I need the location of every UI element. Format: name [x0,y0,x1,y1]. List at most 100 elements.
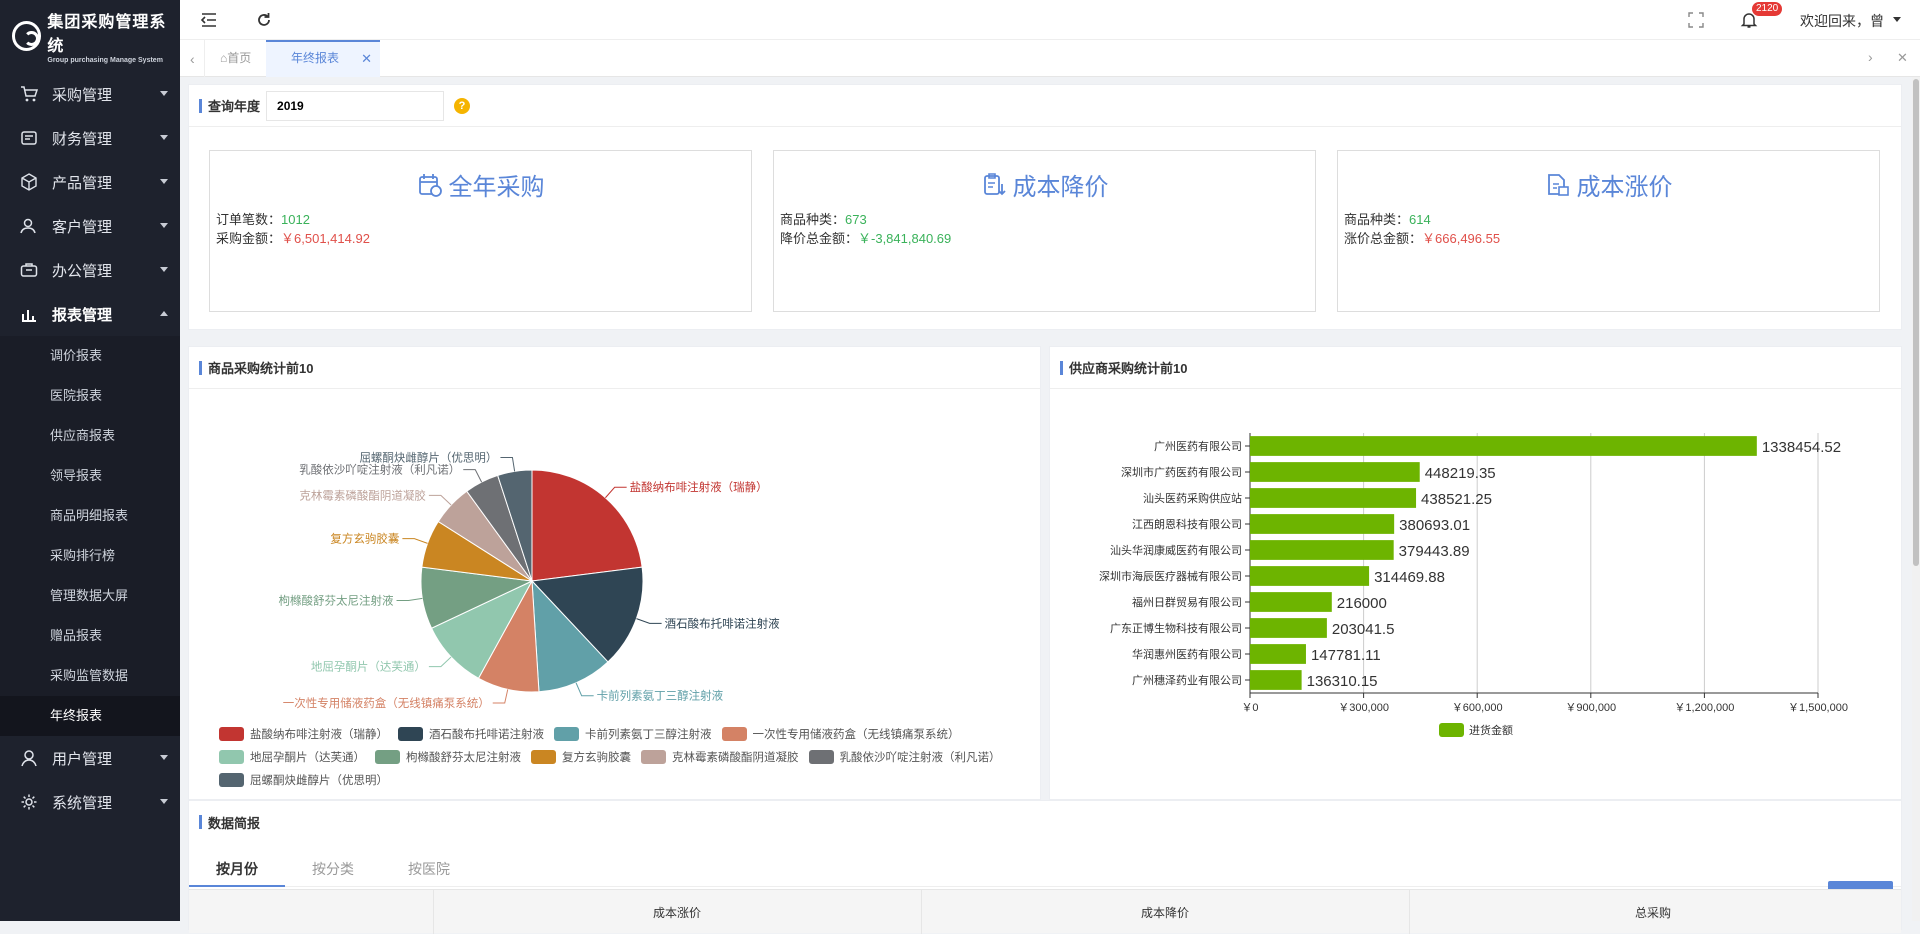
bar[interactable] [1250,644,1306,664]
caret-icon [160,799,168,804]
legend-item[interactable]: 克林霉素磷酸酯阴道凝胶 [641,745,799,768]
panel-title: 商品采购统计前10 [208,361,314,376]
pie-slice[interactable] [531,469,643,582]
legend-swatch [375,749,400,764]
sidebar-subitem[interactable]: 供应商报表 [0,416,180,456]
tab-year-report[interactable]: 年终报表 ✕ [266,40,380,77]
gear-icon [21,794,37,810]
legend-swatch[interactable] [1439,723,1464,737]
tab-scroll-left-icon[interactable]: ‹ [190,51,195,67]
pie-label-line [463,469,483,483]
help-icon[interactable]: ? [454,97,471,114]
bar[interactable] [1250,462,1420,482]
card-increase: 成本涨价 商品种类：614 涨价总金额：￥666,496.55 [1337,150,1880,312]
page-scrollbar[interactable] [1912,77,1920,921]
caret-icon [160,223,168,228]
sidebar-subitem[interactable]: 采购监管数据 [0,656,180,696]
sidebar-item[interactable]: 采购管理 [0,72,180,116]
query-year-input[interactable] [266,90,445,121]
legend-swatch [531,749,556,764]
panel-title: 数据简报 [208,815,261,831]
tab-by-category[interactable]: 按分类 [285,851,381,887]
welcome-user[interactable]: 欢迎回来，曾 [1800,11,1884,31]
sidebar-item-label: 客户管理 [52,218,113,236]
legend-swatch [219,772,244,787]
sidebar-item[interactable]: 系统管理 [0,780,180,824]
bar[interactable] [1250,488,1417,508]
card-decrease: 成本降价 商品种类：673 降价总金额：￥-3,841,840.69 [773,150,1316,312]
cart-icon [21,86,38,102]
legend-label: 盐酸纳布啡注射液（瑞静） [250,728,388,741]
tab-by-month[interactable]: 按月份 [189,851,285,887]
sidebar-item[interactable]: 报表管理 [0,292,180,336]
legend-item[interactable]: 乳酸依沙吖啶注射液（利凡诺） [808,745,1001,768]
bar[interactable] [1250,592,1332,612]
sidebar-subitem[interactable]: 年终报表 [0,696,180,736]
y-tick-label: 汕头医药采购供应站 [1143,491,1242,505]
fullscreen-icon[interactable] [1687,11,1705,29]
decrease-kinds: 673 [845,212,867,227]
sidebar-subitem[interactable]: 管理数据大屏 [0,576,180,616]
app-title: 集团采购管理系统 [47,14,167,55]
sidebar-subitem[interactable]: 领导报表 [0,456,180,496]
sidebar-item-label: 系统管理 [52,794,113,812]
legend-item[interactable]: 地屈孕酮片（达芙通） [219,745,365,768]
legend-label: 乳酸依沙吖啶注射液（利凡诺） [839,751,1001,764]
tab-close-icon[interactable]: ✕ [361,42,372,75]
pie-label: 酒石酸布托啡诺注射液 [665,616,780,630]
user-dropdown-icon[interactable] [1893,17,1901,22]
legend-item[interactable]: 卡前列素氨丁三醇注射液 [554,722,712,745]
pie-label-line [428,656,452,668]
topbar: 2120 欢迎回来，曾 [180,0,1920,40]
y-tick-label: 汕头华润康威医药有限公司 [1110,543,1242,557]
close-all-icon[interactable]: ✕ [1897,50,1908,66]
sidebar-subitem[interactable]: 采购排行榜 [0,536,180,576]
legend-item[interactable]: 盐酸纳布啡注射液（瑞静） [219,722,388,745]
pie-label-line [636,618,662,624]
pie-label: 屈螺酮炔雌醇片（优思明） [359,451,497,465]
pie-label-line [396,597,423,602]
legend-swatch [219,749,244,764]
legend-item[interactable]: 复方玄驹胶囊 [531,745,631,768]
y-tick-label: 广东正博生物科技有限公司 [1110,621,1242,635]
sidebar: 集团采购管理系统 Group purchasing Manage System … [0,0,180,921]
sidebar-item[interactable]: 用户管理 [0,736,180,780]
bar[interactable] [1250,566,1370,586]
bar[interactable] [1250,540,1394,560]
menu-fold-icon[interactable] [200,11,218,29]
tab-scroll-right-icon[interactable]: › [1868,49,1873,65]
sidebar-subitem[interactable]: 医院报表 [0,376,180,416]
pie-label: 地屈孕酮片（达芙通） [311,660,426,674]
legend-item[interactable]: 一次性专用储液药盒（无线镇痛泵系统） [721,722,960,745]
sidebar-item-label: 产品管理 [52,174,113,192]
clipboard-down-icon [983,172,1006,195]
refresh-icon[interactable] [255,11,273,29]
legend-label[interactable]: 进货金额 [1469,723,1513,737]
bar[interactable] [1250,514,1395,534]
y-tick-label: 广州穗泽药业有限公司 [1132,673,1242,687]
pie-label: 卡前列素氨丁三醇注射液 [597,689,724,703]
tab-bar: ‹ ⌂首页 年终报表 ✕ › ✕ [180,40,1920,77]
sidebar-subitem[interactable]: 调价报表 [0,336,180,376]
bar[interactable] [1250,670,1302,690]
tab-home[interactable]: ⌂首页 [220,40,251,77]
briefcase-icon [20,263,38,277]
increase-amount: ￥666,496.55 [1422,231,1501,246]
sidebar-item[interactable]: 客户管理 [0,204,180,248]
sidebar-item[interactable]: 产品管理 [0,160,180,204]
legend-item[interactable]: 屈螺酮炔雌醇片（优思明） [219,768,388,791]
purchase-amount: ￥6,501,414.92 [281,231,370,246]
bar-value-label: 216000 [1337,595,1387,612]
legend-item[interactable]: 酒石酸布托啡诺注射液 [398,722,544,745]
tab-by-hospital[interactable]: 按医院 [381,851,477,887]
sidebar-item[interactable]: 财务管理 [0,116,180,160]
bar[interactable] [1250,618,1327,638]
legend-swatch [721,726,747,741]
bar[interactable] [1250,436,1757,456]
sidebar-subitem[interactable]: 商品明细报表 [0,496,180,536]
pie-label: 枸橼酸舒芬太尼注射液 [279,594,394,608]
sidebar-item[interactable]: 办公管理 [0,248,180,292]
legend-label: 一次性专用储液药盒（无线镇痛泵系统） [752,728,960,741]
legend-item[interactable]: 枸橼酸舒芬太尼注射液 [375,745,521,768]
sidebar-subitem[interactable]: 赠品报表 [0,616,180,656]
